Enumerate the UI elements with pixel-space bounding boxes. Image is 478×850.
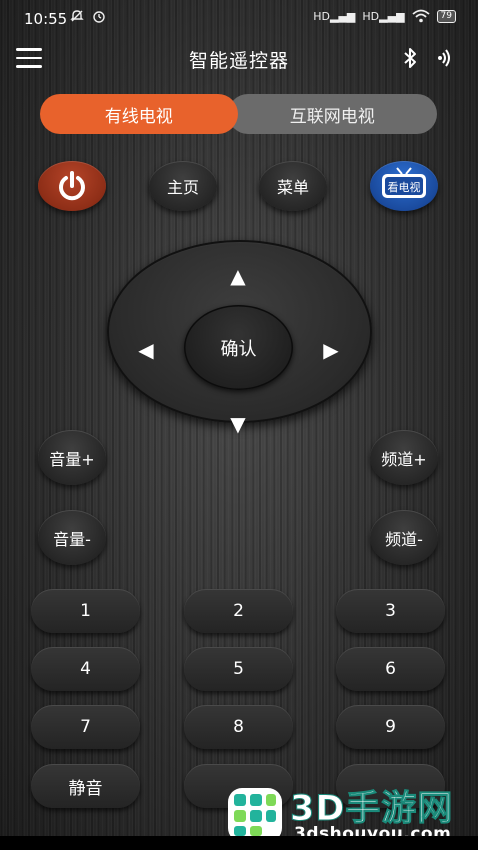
tab-internet-tv[interactable]: 互联网电视 [227, 94, 437, 134]
channel-down-button[interactable]: 频道- [370, 510, 438, 565]
key-9[interactable]: 9 [336, 705, 445, 749]
status-bar: 10:55 HD▂▄▆ HD▂▄▆ 79 [0, 0, 478, 38]
tv-label: 看电视 [388, 180, 421, 194]
status-notification-icons [70, 9, 106, 27]
up-arrow-icon[interactable]: ▲ [223, 261, 253, 291]
home-button[interactable]: 主页 [149, 161, 217, 211]
channel-up-button[interactable]: 频道+ [370, 430, 438, 485]
system-nav-bar [0, 836, 478, 850]
key-0[interactable] [184, 764, 293, 808]
key-8[interactable]: 8 [184, 705, 293, 749]
key-7[interactable]: 7 [31, 705, 140, 749]
tv-icon: 看电视 [382, 167, 426, 198]
tv-type-tabs: 有线电视 互联网电视 [40, 94, 437, 134]
key-2[interactable]: 2 [184, 589, 293, 633]
battery-icon: 79 [436, 9, 456, 23]
key-5[interactable]: 5 [184, 647, 293, 691]
bluetooth-icon[interactable] [400, 46, 420, 70]
watch-tv-button[interactable]: 看电视 [370, 161, 438, 211]
alarm-icon [93, 11, 105, 23]
signal-icon: HD▂▄▆ [313, 9, 356, 23]
volume-down-button[interactable]: 音量- [38, 510, 106, 565]
top-bar: 智能遥控器 [0, 40, 478, 80]
status-right-icons: HD▂▄▆ HD▂▄▆ 79 [313, 9, 456, 23]
menu-button[interactable]: 菜单 [259, 161, 327, 211]
left-arrow-icon[interactable]: ◀ [131, 335, 161, 365]
key-6[interactable]: 6 [336, 647, 445, 691]
infrared-icon[interactable] [434, 46, 454, 70]
volume-up-button[interactable]: 音量+ [38, 430, 106, 485]
mute-notification-icon [70, 10, 84, 22]
right-arrow-icon[interactable]: ▶ [316, 335, 346, 365]
key-1[interactable]: 1 [31, 589, 140, 633]
status-time: 10:55 [24, 10, 68, 28]
down-arrow-icon[interactable]: ▼ [223, 409, 253, 439]
key-4[interactable]: 4 [31, 647, 140, 691]
key-3[interactable]: 3 [336, 589, 445, 633]
mute-button[interactable]: 静音 [31, 764, 140, 808]
power-button[interactable] [38, 161, 106, 211]
signal-icon-2: HD▂▄▆ [362, 9, 405, 23]
power-icon [59, 171, 85, 201]
tab-cable-tv[interactable]: 有线电视 [40, 94, 238, 134]
wifi-icon [411, 9, 430, 23]
ok-button[interactable]: 确认 [184, 305, 293, 390]
key-extra[interactable] [336, 764, 445, 808]
